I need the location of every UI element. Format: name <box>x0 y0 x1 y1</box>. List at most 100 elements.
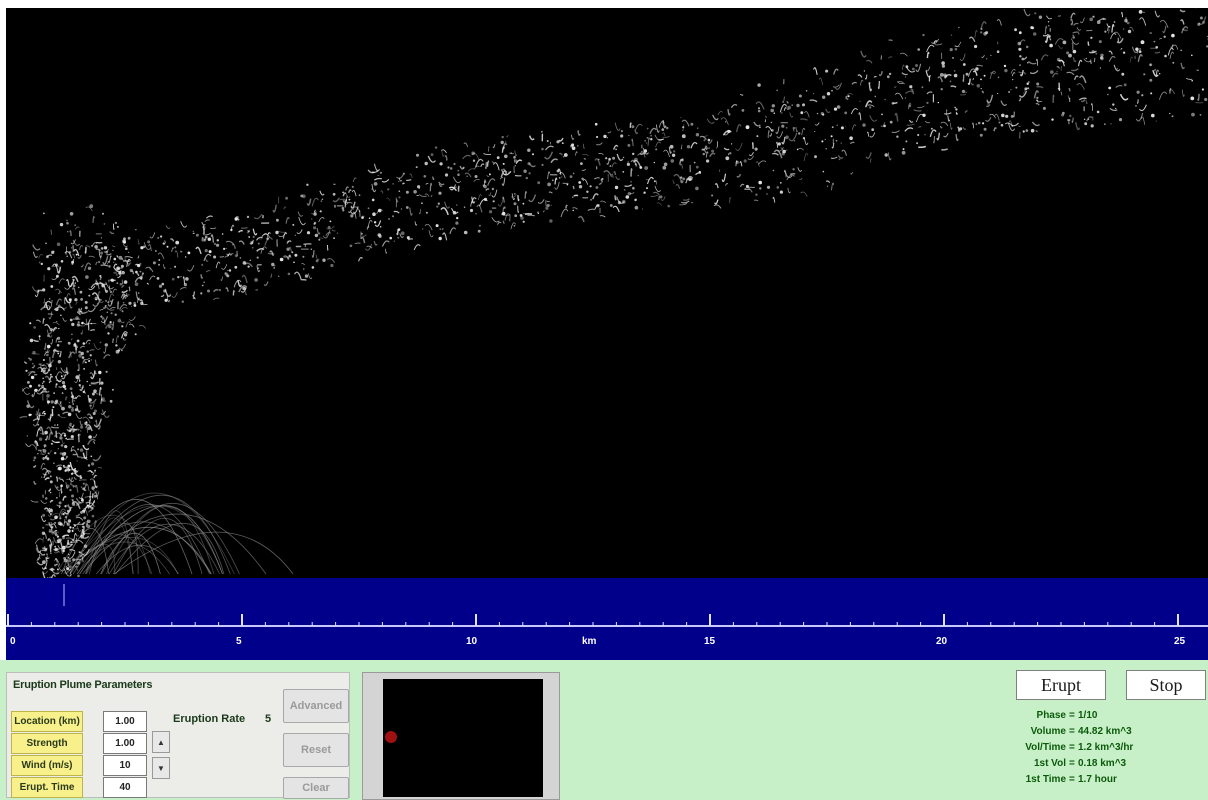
ash-particle <box>121 310 124 313</box>
ash-particle <box>424 161 428 166</box>
ash-particle <box>119 282 123 286</box>
ash-particle <box>423 175 427 178</box>
ash-particle <box>1034 12 1037 15</box>
ash-particle <box>1154 51 1161 54</box>
ash-particle <box>54 435 56 437</box>
ash-particle <box>1027 60 1037 65</box>
ash-particle <box>392 183 394 185</box>
ash-particle <box>1112 103 1115 106</box>
ash-particle <box>975 123 978 126</box>
ash-particle <box>252 235 255 238</box>
ash-particle <box>491 217 500 223</box>
erupt-button[interactable]: Erupt <box>1016 670 1106 700</box>
eruption-rate-label: Eruption Rate <box>173 713 246 725</box>
ash-particle <box>871 128 875 131</box>
ash-particle <box>703 139 706 142</box>
ash-particle <box>32 244 41 251</box>
ash-particle <box>113 271 119 277</box>
ash-particle <box>1026 82 1029 86</box>
ash-particle <box>44 375 51 381</box>
ash-particle <box>55 464 63 467</box>
increase-button[interactable]: ▲ <box>152 731 170 753</box>
ash-particle <box>449 167 453 170</box>
ash-particle <box>672 179 675 184</box>
ash-particle <box>908 104 912 108</box>
ash-particle <box>562 155 565 158</box>
strength-input[interactable]: 1.00 <box>103 733 147 754</box>
ash-particle <box>374 220 382 227</box>
ash-particle <box>392 215 394 218</box>
ash-particle <box>1025 129 1029 132</box>
ash-particle <box>488 146 490 152</box>
advanced-button[interactable]: Advanced <box>283 689 349 723</box>
ash-particle <box>873 76 877 78</box>
ash-particle <box>56 486 59 489</box>
ash-particle <box>94 409 97 413</box>
ash-particle <box>537 199 545 204</box>
ash-particle <box>56 344 60 347</box>
ash-particle <box>551 179 554 182</box>
ash-particle <box>315 254 320 261</box>
ash-particle <box>656 202 662 206</box>
ash-particle <box>171 247 175 252</box>
ash-particle <box>72 287 76 295</box>
clear-button[interactable]: Clear <box>283 777 349 799</box>
ash-particle <box>463 142 469 148</box>
ash-particle <box>49 298 51 300</box>
ash-particle <box>869 132 876 138</box>
ash-particle <box>212 288 219 293</box>
ash-particle <box>311 218 313 220</box>
ash-particle <box>78 479 87 482</box>
ash-particle <box>58 505 61 508</box>
ash-particle <box>84 306 88 310</box>
plume-particles <box>19 8 1208 578</box>
ash-particle <box>59 452 63 455</box>
ash-particle <box>1197 22 1201 26</box>
ash-particle <box>1108 50 1113 55</box>
ash-particle <box>137 255 140 259</box>
ash-particle <box>28 357 30 360</box>
ash-particle <box>913 109 922 112</box>
ash-particle <box>959 53 966 61</box>
ash-particle <box>440 207 449 216</box>
ash-particle <box>251 247 254 249</box>
ash-particle <box>318 238 321 241</box>
ash-particle <box>1099 67 1101 69</box>
ash-particle <box>1072 49 1077 54</box>
ash-particle <box>41 382 44 384</box>
ash-particle <box>487 160 490 167</box>
ash-particle <box>29 338 34 343</box>
wind-input[interactable]: 10 <box>103 755 147 776</box>
ash-particle <box>75 301 78 305</box>
ash-particle <box>901 64 905 71</box>
ash-particle <box>49 450 53 455</box>
ash-particle <box>723 147 730 151</box>
ash-particle <box>492 144 496 149</box>
ash-particle <box>572 207 578 210</box>
ash-particle <box>49 475 52 478</box>
decrease-button[interactable]: ▼ <box>152 757 170 779</box>
stat-equals: = <box>1069 758 1075 769</box>
ash-particle <box>302 194 306 198</box>
erupt-time-input[interactable]: 40 <box>103 777 147 798</box>
stop-button[interactable]: Stop <box>1126 670 1206 700</box>
ash-particle <box>1038 101 1043 103</box>
ash-particle <box>563 153 568 157</box>
ash-particle <box>60 260 64 263</box>
ash-particle <box>395 197 399 203</box>
ash-particle <box>513 155 516 159</box>
ash-particle <box>146 282 150 285</box>
ash-particle <box>117 275 121 279</box>
ash-particle <box>781 124 785 128</box>
location-input[interactable]: 1.00 <box>103 711 147 732</box>
reset-button[interactable]: Reset <box>283 733 349 767</box>
ash-particle <box>114 221 118 225</box>
ash-particle <box>133 304 137 307</box>
ash-particle <box>430 153 434 157</box>
ash-particle <box>127 236 131 240</box>
parameters-title: Eruption Plume Parameters <box>13 679 153 691</box>
ash-particle <box>1180 19 1185 25</box>
ash-particle <box>972 122 975 129</box>
ash-particle <box>1047 34 1051 38</box>
ash-particle <box>81 356 85 359</box>
